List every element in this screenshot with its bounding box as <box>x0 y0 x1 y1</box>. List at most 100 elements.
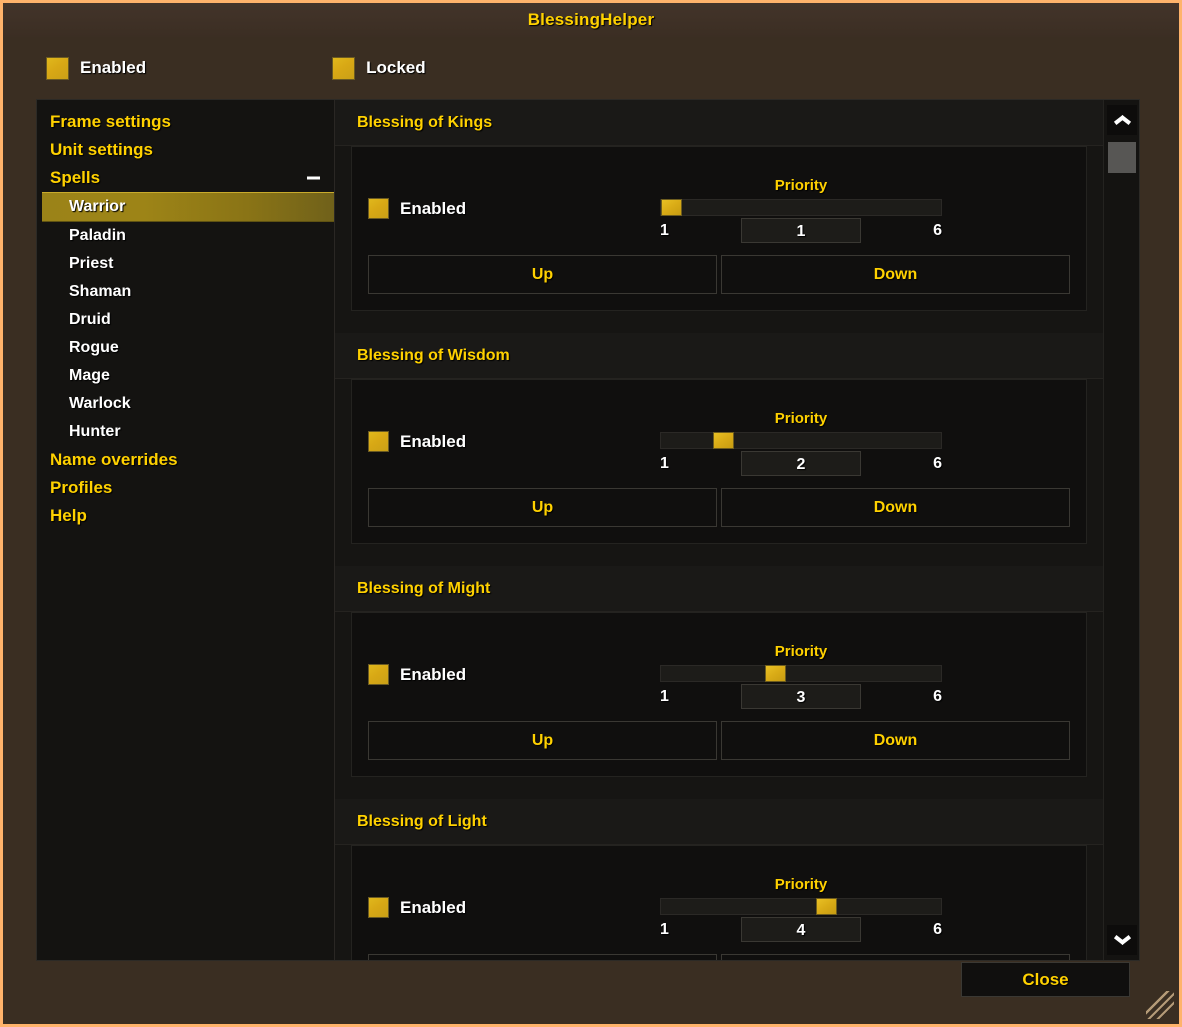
scrollbar-thumb[interactable] <box>1108 142 1136 173</box>
main-body: Frame settings Unit settings Spells Warr… <box>36 99 1140 961</box>
sidebar-item-label: Spells <box>50 168 101 187</box>
vertical-scrollbar[interactable] <box>1103 100 1139 960</box>
slider-min-label: 1 <box>660 221 669 239</box>
sidebar-item-mage[interactable]: Mage <box>37 362 334 390</box>
spell-enabled-label: Enabled <box>400 431 467 451</box>
sidebar-item-label: Mage <box>69 367 110 384</box>
slider-thumb[interactable] <box>712 432 734 449</box>
sidebar-item-rogue[interactable]: Rogue <box>37 334 334 362</box>
move-up-button[interactable]: Up <box>368 721 717 760</box>
spell-enabled-checkbox[interactable]: Enabled <box>368 664 660 711</box>
slider-labels: 1 2 6 <box>660 451 942 476</box>
global-locked-checkbox[interactable]: Locked <box>332 56 426 80</box>
priority-value-input[interactable]: 2 <box>741 451 861 476</box>
priority-value-input[interactable]: 3 <box>741 684 861 709</box>
priority-slider[interactable] <box>660 665 942 682</box>
global-enabled-label: Enabled <box>80 58 147 77</box>
sidebar-item-unit-settings[interactable]: Unit settings <box>37 136 334 164</box>
spell-enabled-checkbox[interactable]: Enabled <box>368 198 660 245</box>
spell-settings-panel: Enabled Priority 1 3 6 Up Down <box>351 612 1087 777</box>
priority-slider[interactable] <box>660 199 942 216</box>
move-up-button[interactable]: Up <box>368 488 717 527</box>
minus-icon[interactable] <box>307 176 320 180</box>
sidebar-item-profiles[interactable]: Profiles <box>37 474 334 502</box>
priority-slider-group: Priority 1 1 6 <box>660 177 942 245</box>
priority-slider[interactable] <box>660 898 942 915</box>
global-options-bar: Enabled Locked <box>3 37 1179 99</box>
checkbox-checked-icon <box>368 431 389 452</box>
move-buttons-row: UpDown <box>368 488 1070 527</box>
sidebar-item-label: Name overrides <box>50 450 178 469</box>
move-up-button[interactable]: Up <box>368 255 717 294</box>
spell-name: Blessing of Kings <box>357 113 493 131</box>
spell-enabled-label: Enabled <box>400 897 467 917</box>
spell-enabled-label: Enabled <box>400 664 467 684</box>
spell-enabled-checkbox[interactable]: Enabled <box>368 897 660 944</box>
sidebar-item-label: Paladin <box>69 227 126 244</box>
spell-header: Blessing of Kings <box>335 100 1103 146</box>
spell-name: Blessing of Light <box>357 812 487 830</box>
slider-thumb[interactable] <box>764 665 786 682</box>
global-locked-label: Locked <box>366 58 426 77</box>
slider-thumb[interactable] <box>816 898 838 915</box>
spell-block: Blessing of Kings Enabled Priority 1 1 6 Up Dow… <box>335 100 1103 311</box>
spell-settings-row: Enabled Priority 1 3 6 <box>368 627 1070 711</box>
chevron-down-icon <box>1114 935 1131 946</box>
global-enabled-checkbox[interactable]: Enabled <box>46 56 147 80</box>
scroll-up-button[interactable] <box>1107 105 1137 135</box>
sidebar-item-frame-settings[interactable]: Frame settings <box>37 108 334 136</box>
title-bar: BlessingHelper <box>3 3 1179 37</box>
spell-settings-row: Enabled Priority 1 2 6 <box>368 394 1070 478</box>
move-up-button[interactable]: Up <box>368 954 717 960</box>
priority-slider-group: Priority 1 4 6 <box>660 876 942 944</box>
sidebar-item-spells[interactable]: Spells <box>37 164 334 192</box>
sidebar-item-name-overrides[interactable]: Name overrides <box>37 446 334 474</box>
move-down-button[interactable]: Down <box>721 255 1070 294</box>
slider-thumb[interactable] <box>661 199 682 216</box>
move-buttons-row: UpDown <box>368 721 1070 760</box>
sidebar-item-label: Unit settings <box>50 140 153 159</box>
spell-header: Blessing of Might <box>335 566 1103 612</box>
checkbox-checked-icon <box>368 198 389 219</box>
resize-grip-icon[interactable] <box>1146 991 1174 1019</box>
sidebar-item-label: Priest <box>69 255 114 272</box>
priority-value-input[interactable]: 4 <box>741 917 861 942</box>
move-buttons-row: UpDown <box>368 255 1070 294</box>
sidebar-item-hunter[interactable]: Hunter <box>37 418 334 446</box>
sidebar-item-druid[interactable]: Druid <box>37 306 334 334</box>
sidebar-item-label: Warlock <box>69 395 131 412</box>
spell-name: Blessing of Might <box>357 579 491 597</box>
slider-max-label: 6 <box>933 454 942 472</box>
addon-config-window: BlessingHelper Enabled Locked Frame sett… <box>0 0 1182 1027</box>
move-down-button[interactable]: Down <box>721 721 1070 760</box>
sidebar-item-shaman[interactable]: Shaman <box>37 278 334 306</box>
sidebar-item-warlock[interactable]: Warlock <box>37 390 334 418</box>
checkbox-checked-icon <box>46 56 69 80</box>
spell-block: Blessing of Light Enabled Priority 1 4 6 Up Dow… <box>335 799 1103 960</box>
move-down-button[interactable]: Down <box>721 488 1070 527</box>
scroll-down-button[interactable] <box>1107 925 1137 955</box>
sidebar-item-warrior[interactable]: Warrior <box>42 192 334 222</box>
priority-label: Priority <box>774 177 828 194</box>
sidebar-item-paladin[interactable]: Paladin <box>37 222 334 250</box>
close-button[interactable]: Close <box>961 962 1130 997</box>
spell-settings-row: Enabled Priority 1 1 6 <box>368 161 1070 245</box>
sidebar-item-help[interactable]: Help <box>37 502 334 530</box>
slider-min-label: 1 <box>660 920 669 938</box>
spell-settings-panel: Enabled Priority 1 2 6 Up Down <box>351 379 1087 544</box>
priority-value-input[interactable]: 1 <box>741 218 861 243</box>
spell-header: Blessing of Wisdom <box>335 333 1103 379</box>
slider-min-label: 1 <box>660 454 669 472</box>
content-scroll-region: Blessing of Kings Enabled Priority 1 1 6 Up Dow… <box>335 100 1139 960</box>
spell-header: Blessing of Light <box>335 799 1103 845</box>
sidebar-item-label: Profiles <box>50 478 113 497</box>
sidebar-nav: Frame settings Unit settings Spells Warr… <box>37 100 335 960</box>
checkbox-checked-icon <box>332 56 356 80</box>
move-down-button[interactable]: Down <box>721 954 1070 960</box>
move-buttons-row: Up Down <box>368 954 1070 960</box>
slider-labels: 1 4 6 <box>660 917 942 942</box>
spell-enabled-checkbox[interactable]: Enabled <box>368 431 660 478</box>
priority-slider[interactable] <box>660 432 942 449</box>
sidebar-item-priest[interactable]: Priest <box>37 250 334 278</box>
sidebar-item-label: Shaman <box>69 283 132 300</box>
